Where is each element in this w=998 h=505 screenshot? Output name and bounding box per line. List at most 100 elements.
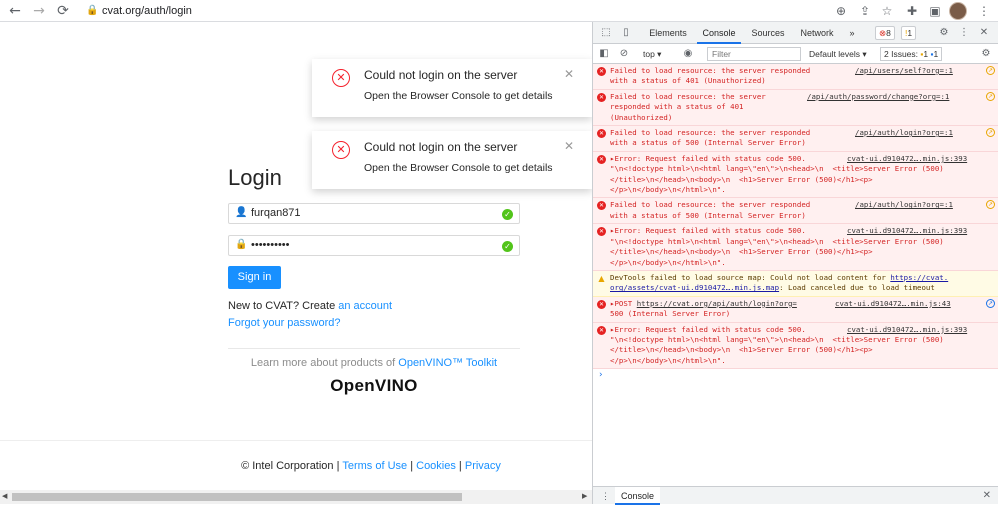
devtools-panel: ⬚ ▯ Elements Console Sources Network » ⊗… <box>592 22 998 505</box>
error-count-badge[interactable]: ⊗8 <box>875 26 895 40</box>
check-circle-icon: ✓ <box>502 209 513 220</box>
error-notification: ✕ Could not login on the server Open the… <box>312 131 592 189</box>
drawer-menu-icon[interactable]: ⋮ <box>601 487 610 505</box>
extensions-icon[interactable]: ✚ <box>903 2 921 20</box>
message-source-link[interactable]: /api/auth/login?org=:1 <box>855 128 953 138</box>
message-source-link[interactable]: /api/auth/password/change?org=:1 <box>807 92 949 102</box>
terms-link[interactable]: Terms of Use <box>342 460 407 472</box>
message-source-link[interactable]: /api/users/self?org=:1 <box>855 66 953 76</box>
check-circle-icon: ✓ <box>502 241 513 252</box>
more-tabs-icon[interactable]: » <box>845 22 859 44</box>
sidepanel-icon[interactable]: ▣ <box>926 2 944 20</box>
drawer-tab-console[interactable]: Console <box>615 487 661 505</box>
issues-button[interactable]: 2 Issues: ▪1 ▪1 <box>880 47 943 61</box>
warning-count-badge[interactable]: !1 <box>901 26 917 40</box>
login-title: Login <box>228 165 282 190</box>
back-icon[interactable]: ← <box>6 2 24 20</box>
password-field[interactable]: 🔒 •••••••••• ✓ <box>228 235 520 256</box>
notification-description: Open the Browser Console to get details <box>364 90 553 102</box>
close-icon[interactable]: ✕ <box>564 67 574 81</box>
error-icon: ✕ <box>597 129 606 139</box>
context-selector[interactable]: top ▾ <box>643 47 661 61</box>
message-source-link[interactable]: cvat-ui.d910472….min.js:393 <box>847 325 967 335</box>
close-icon[interactable]: ✕ <box>983 487 991 505</box>
scroll-left-icon[interactable]: ◀ <box>2 492 7 500</box>
console-prompt-row[interactable]: › <box>593 369 998 383</box>
tab-network[interactable]: Network <box>795 22 839 44</box>
profile-avatar[interactable] <box>949 2 967 20</box>
sign-in-button[interactable]: Sign in <box>228 266 281 289</box>
console-error: ✕ Failed to load resource: the server re… <box>593 89 998 127</box>
console-error: ✕ Failed to load resource: the server re… <box>593 64 998 90</box>
message-text: DevTools failed to load source map: Coul… <box>610 272 891 282</box>
error-icon: ✕ <box>597 227 606 237</box>
message-source-link[interactable]: /api/auth/login?org=:1 <box>855 200 953 210</box>
notification-description: Open the Browser Console to get details <box>364 162 553 174</box>
device-toggle-icon[interactable]: ▯ <box>619 26 633 40</box>
console-error: ✕ Failed to load resource: the server re… <box>593 198 998 225</box>
message-source-link[interactable]: cvat-ui.d910472….min.js:43 <box>835 299 951 309</box>
issues-info-count: 1 <box>933 49 939 59</box>
console-messages: ✕ Failed to load resource: the server re… <box>593 64 998 486</box>
reload-icon[interactable]: ⟳ <box>54 2 72 20</box>
close-icon[interactable]: ✕ <box>977 26 991 40</box>
privacy-link[interactable]: Privacy <box>465 460 501 472</box>
log-levels-dropdown[interactable]: Default levels ▾ <box>809 47 867 61</box>
console-error: ✕ Failed to load resource: the server re… <box>593 126 998 152</box>
url-text: cvat.org/auth/login <box>102 5 192 17</box>
network-icon[interactable]: ↗ <box>986 66 995 75</box>
console-warning: ▲ DevTools failed to load source map: Co… <box>593 270 998 297</box>
console-settings-icon[interactable]: ⚙ <box>979 47 993 61</box>
source-map-link[interactable]: https://cvat. <box>890 273 948 282</box>
tab-sources[interactable]: Sources <box>747 22 789 44</box>
learn-more-text: Learn more about products of OpenVINO™ T… <box>228 357 520 369</box>
error-icon: ✕ <box>597 92 606 102</box>
devtools-tabbar: ⬚ ▯ Elements Console Sources Network » ⊗… <box>593 22 998 44</box>
close-icon[interactable]: ✕ <box>564 139 574 153</box>
browser-toolbar: ← → ⟳ 🔒 cvat.org/auth/login ⊕ ⇪ ☆ ✚ ▣ ⋮ <box>0 0 998 22</box>
error-notification: ✕ Could not login on the server Open the… <box>312 59 592 117</box>
error-icon: ✕ <box>597 201 606 211</box>
eye-icon[interactable]: ◉ <box>681 47 695 61</box>
gear-icon[interactable]: ⚙ <box>937 26 951 40</box>
footer-divider <box>0 440 592 441</box>
username-field[interactable]: 👤 furqan871 ✓ <box>228 203 520 224</box>
copyright-text: © Intel Corporation <box>241 460 334 472</box>
request-url-link[interactable]: https://cvat.org/api/auth/login?org= <box>637 299 797 308</box>
bookmark-star-icon[interactable]: ☆ <box>878 2 896 20</box>
error-icon: ✕ <box>597 299 606 309</box>
forgot-password-link[interactable]: Forgot your password? <box>228 317 341 329</box>
source-map-link[interactable]: org/assets/cvat-ui.d910472….min.js.map <box>610 283 779 292</box>
issues-label: 2 Issues: <box>884 49 919 59</box>
inspect-icon[interactable]: ⬚ <box>599 26 613 40</box>
scrollbar-thumb[interactable] <box>12 493 462 501</box>
filter-input[interactable]: Filter <box>707 47 801 61</box>
horizontal-scrollbar[interactable]: ◀ ▶ <box>0 490 592 504</box>
address-bar[interactable]: 🔒 cvat.org/auth/login <box>80 1 900 21</box>
openvino-logo: OpenVINO <box>330 376 418 395</box>
network-icon[interactable]: ↗ <box>986 298 995 308</box>
console-toolbar: ◧ ⊘ top ▾ ◉ Filter Default levels ▾ 2 Is… <box>593 44 998 64</box>
tab-console[interactable]: Console <box>697 22 741 44</box>
cookies-link[interactable]: Cookies <box>416 460 456 472</box>
scroll-right-icon[interactable]: ▶ <box>582 492 587 500</box>
clear-console-icon[interactable]: ⊘ <box>617 47 631 61</box>
create-account-link[interactable]: an account <box>338 300 392 312</box>
openvino-toolkit-link[interactable]: OpenVINO™ Toolkit <box>398 357 497 369</box>
network-icon[interactable]: ↗ <box>986 91 995 101</box>
message-source-link[interactable]: cvat-ui.d910472….min.js:393 <box>847 154 967 164</box>
forward-icon[interactable]: → <box>30 2 48 20</box>
issues-warn-count: 1 <box>923 49 929 59</box>
error-icon: ✕ <box>597 67 606 76</box>
console-drawer: ⋮ Console ✕ <box>593 486 998 505</box>
kebab-menu-icon[interactable]: ⋮ <box>957 26 971 40</box>
tab-elements[interactable]: Elements <box>645 22 691 44</box>
sidebar-toggle-icon[interactable]: ◧ <box>597 47 611 61</box>
zoom-icon[interactable]: ⊕ <box>832 2 850 20</box>
network-icon[interactable]: ↗ <box>986 128 995 138</box>
message-source-link[interactable]: cvat-ui.d910472….min.js:393 <box>847 226 967 236</box>
notification-title: Could not login on the server <box>364 140 518 154</box>
console-error: ✕ ▸Error: Request failed with status cod… <box>593 224 998 271</box>
share-icon[interactable]: ⇪ <box>856 2 874 20</box>
browser-menu-icon[interactable]: ⋮ <box>975 2 993 20</box>
